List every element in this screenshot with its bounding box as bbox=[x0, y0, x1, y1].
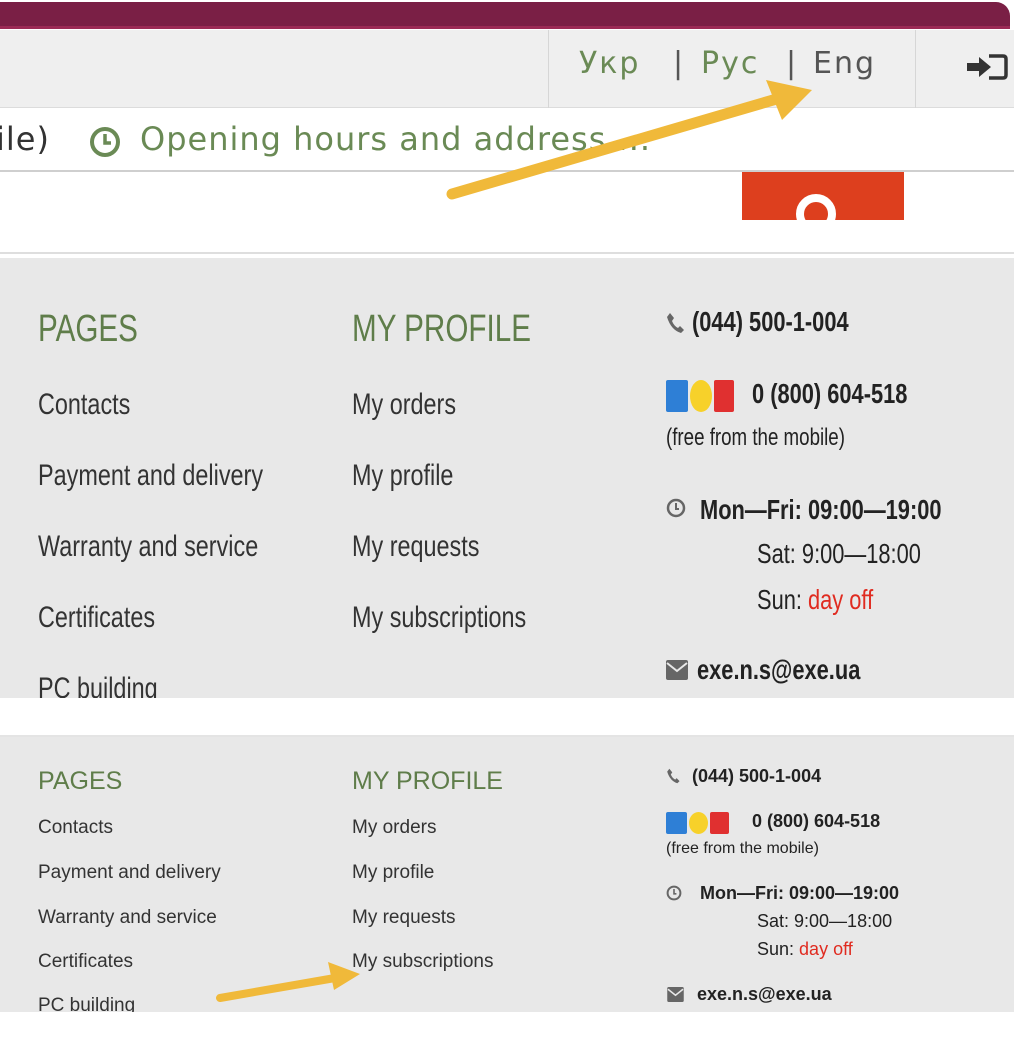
weekday-hours: Mon—Fri: 09:00—19:00 bbox=[700, 494, 942, 525]
mobile-note: (free from the mobile) bbox=[666, 424, 845, 451]
mobile-operators bbox=[666, 812, 729, 834]
lang-ukr[interactable]: Укр bbox=[579, 46, 640, 81]
sunday-day-off: day off bbox=[808, 584, 874, 615]
link-my-profile[interactable]: My profile bbox=[352, 862, 434, 884]
my-profile-heading: MY PROFILE bbox=[352, 767, 503, 795]
link-pc-building[interactable]: PC building bbox=[38, 672, 158, 698]
link-my-requests[interactable]: My requests bbox=[352, 907, 455, 929]
search-icon bbox=[796, 194, 836, 220]
link-payment-delivery[interactable]: Payment and delivery bbox=[38, 459, 263, 493]
search-row bbox=[0, 172, 1014, 254]
top-brand-bar bbox=[0, 0, 1014, 30]
pages-heading: PAGES bbox=[38, 767, 123, 795]
sunday-label: Sun: bbox=[757, 939, 795, 959]
phone-icon bbox=[667, 768, 680, 784]
language-switcher: Укр | Рус | Eng bbox=[548, 30, 916, 108]
brand-strip bbox=[0, 2, 1010, 29]
clock-icon bbox=[666, 885, 682, 901]
kyivstar-icon bbox=[666, 812, 687, 834]
footer-zoomed: PAGES Contacts Payment and delivery Warr… bbox=[0, 258, 1014, 698]
link-pc-building[interactable]: PC building bbox=[38, 995, 135, 1012]
envelope-icon bbox=[667, 987, 684, 1002]
lang-separator: | bbox=[673, 46, 684, 81]
email-link[interactable]: exe.n.s@exe.ua bbox=[697, 984, 832, 1005]
lang-separator: | bbox=[786, 46, 797, 81]
phone-number[interactable]: (044) 500-1-004 bbox=[692, 306, 849, 338]
opening-hours-row: ile) Opening hours and address ... bbox=[0, 108, 1014, 172]
lifecell-icon bbox=[690, 380, 712, 412]
sunday-day-off: day off bbox=[799, 939, 853, 959]
lang-rus[interactable]: Рус bbox=[701, 46, 759, 81]
weekday-hours: Mon—Fri: 09:00—19:00 bbox=[700, 883, 900, 903]
link-certificates[interactable]: Certificates bbox=[38, 951, 133, 973]
envelope-icon bbox=[666, 660, 688, 680]
link-my-orders[interactable]: My orders bbox=[352, 388, 456, 422]
footer-actual: PAGES Contacts Payment and delivery Warr… bbox=[0, 737, 1014, 1012]
login-icon[interactable] bbox=[965, 52, 1009, 82]
link-warranty-service[interactable]: Warranty and service bbox=[38, 907, 217, 929]
saturday-hours: Sat: 9:00—18:00 bbox=[757, 538, 921, 569]
mobile-note: (free from the mobile) bbox=[666, 840, 819, 857]
section-divider bbox=[0, 698, 1014, 737]
sunday-hours: Sun: day off bbox=[757, 584, 873, 616]
lang-eng[interactable]: Eng bbox=[813, 46, 876, 81]
saturday-hours: Sat: 9:00—18:00 bbox=[757, 911, 893, 931]
lifecell-icon bbox=[689, 812, 708, 834]
mobile-phone-number[interactable]: 0 (800) 604-518 bbox=[752, 378, 907, 410]
vodafone-icon bbox=[714, 380, 734, 412]
link-my-profile[interactable]: My profile bbox=[352, 459, 453, 493]
my-profile-heading: MY PROFILE bbox=[352, 308, 531, 350]
link-contacts[interactable]: Contacts bbox=[38, 388, 130, 422]
sunday-hours: Sun: day off bbox=[757, 939, 853, 960]
clock-icon bbox=[90, 127, 120, 157]
kyivstar-icon bbox=[666, 380, 688, 412]
link-certificates[interactable]: Certificates bbox=[38, 601, 155, 635]
link-my-orders[interactable]: My orders bbox=[352, 817, 436, 839]
clock-icon bbox=[666, 498, 686, 518]
link-my-subscriptions[interactable]: My subscriptions bbox=[352, 601, 526, 635]
link-my-subscriptions[interactable]: My subscriptions bbox=[352, 951, 494, 973]
link-payment-delivery[interactable]: Payment and delivery bbox=[38, 862, 221, 884]
email-link[interactable]: exe.n.s@exe.ua bbox=[697, 654, 860, 686]
mobile-operators bbox=[666, 380, 734, 412]
hours-prefix-text: ile) bbox=[0, 120, 50, 158]
mobile-phone-number[interactable]: 0 (800) 604-518 bbox=[752, 811, 880, 832]
sunday-label: Sun: bbox=[757, 584, 802, 615]
language-bar: Укр | Рус | Eng bbox=[0, 30, 1014, 108]
vodafone-icon bbox=[710, 812, 729, 834]
link-warranty-service[interactable]: Warranty and service bbox=[38, 530, 258, 564]
link-my-requests[interactable]: My requests bbox=[352, 530, 479, 564]
phone-number[interactable]: (044) 500-1-004 bbox=[692, 766, 821, 787]
opening-hours-link[interactable]: Opening hours and address ... bbox=[140, 120, 651, 158]
link-contacts[interactable]: Contacts bbox=[38, 817, 113, 839]
pages-heading: PAGES bbox=[38, 308, 138, 350]
phone-icon bbox=[667, 313, 684, 333]
search-button[interactable] bbox=[742, 172, 904, 220]
